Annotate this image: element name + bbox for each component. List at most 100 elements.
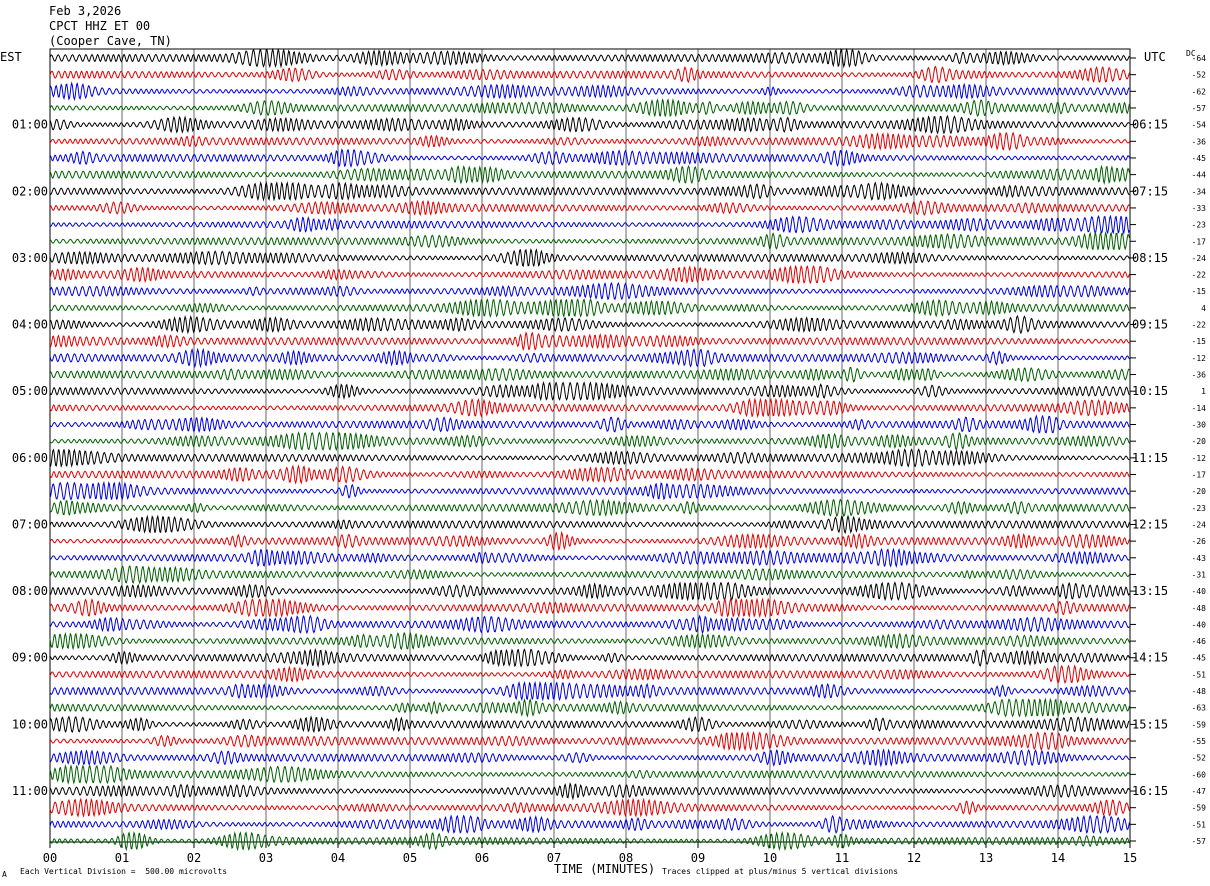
- dc-offset-label: -44: [1192, 171, 1207, 180]
- dc-offset-label: -34: [1192, 187, 1207, 196]
- x-tick-label: 13: [979, 851, 993, 865]
- seismic-trace: [49, 597, 1130, 619]
- x-axis-label: TIME (MINUTES): [554, 862, 656, 876]
- dc-offset-label: -48: [1192, 687, 1207, 696]
- est-hour-label: 06:00: [12, 451, 48, 465]
- dc-offset-label: 1: [1201, 387, 1206, 396]
- est-hour-label: 02:00: [12, 184, 48, 198]
- seismic-trace: [49, 480, 1130, 502]
- seismic-trace: [49, 748, 1130, 768]
- x-tick-label: 06: [475, 851, 489, 865]
- seismic-trace: [49, 314, 1130, 335]
- dc-offset-label: -64: [1192, 54, 1207, 63]
- seismic-trace: [49, 298, 1130, 319]
- dc-offset-label: -51: [1192, 670, 1207, 679]
- seismic-trace: [49, 148, 1130, 169]
- x-tick-label: 03: [259, 851, 273, 865]
- x-tick-label: 12: [907, 851, 921, 865]
- dc-offset-label: -22: [1192, 321, 1207, 330]
- utc-hour-label: 07:15: [1132, 184, 1168, 198]
- seismic-trace: [49, 797, 1130, 818]
- dc-offset-label: -26: [1192, 537, 1207, 546]
- utc-hour-label: 13:15: [1132, 584, 1168, 598]
- x-tick-label: 00: [43, 851, 57, 865]
- seismic-trace: [49, 65, 1130, 84]
- dc-offset-label: -43: [1192, 554, 1207, 563]
- dc-offset-label: -59: [1192, 804, 1207, 813]
- dc-offset-label: -36: [1192, 371, 1207, 380]
- dc-offset-label: -51: [1192, 820, 1207, 829]
- est-hour-label: 07:00: [12, 517, 48, 531]
- seismic-trace: [49, 564, 1130, 585]
- x-tick-label: 11: [835, 851, 849, 865]
- seismic-trace: [49, 199, 1130, 217]
- dc-offset-label: -57: [1192, 837, 1207, 846]
- est-hour-label: 05:00: [12, 384, 48, 398]
- corner-mark: A: [2, 870, 7, 879]
- seismic-trace: [49, 498, 1130, 518]
- dc-offset-label: -63: [1192, 704, 1207, 713]
- dc-offset-label: -14: [1192, 404, 1207, 413]
- seismic-trace: [49, 431, 1130, 452]
- dc-offset-label: -45: [1192, 654, 1207, 663]
- seismic-trace: [49, 464, 1130, 485]
- dc-offset-label: -24: [1192, 254, 1207, 263]
- x-tick-label: 01: [115, 851, 129, 865]
- dc-offset-label: -20: [1192, 437, 1207, 446]
- dc-offset-label: -60: [1192, 770, 1207, 779]
- x-tick-label: 05: [403, 851, 417, 865]
- seismic-trace: [49, 248, 1130, 268]
- seismic-trace: [49, 614, 1130, 635]
- utc-hour-label: 16:15: [1132, 784, 1168, 798]
- dc-offset-label: -15: [1192, 337, 1207, 346]
- est-hour-label: 04:00: [12, 318, 48, 332]
- dc-offset-label: -52: [1192, 71, 1207, 80]
- est-hour-label: 01:00: [12, 118, 48, 132]
- seismic-trace: [49, 47, 1130, 69]
- est-hour-label: 11:00: [12, 784, 48, 798]
- helicorder-plot: 00 01 02 03 04 05 06 07 08 09 10 11 12 13 14 15-64-52-6…: [12, 47, 1207, 865]
- seismic-trace: [49, 414, 1130, 434]
- utc-hour-label: 09:15: [1132, 318, 1168, 332]
- dc-offset-label: -23: [1192, 221, 1207, 230]
- seismic-trace: [50, 581, 1130, 602]
- seismic-trace: [49, 514, 1130, 535]
- seismic-trace: [49, 764, 1130, 785]
- dc-offset-label: -40: [1192, 587, 1207, 596]
- dc-offset-label: -45: [1192, 154, 1207, 163]
- dc-offset-label: -24: [1192, 520, 1207, 529]
- utc-hour-label: 08:15: [1132, 251, 1168, 265]
- x-tick-label: 04: [331, 851, 345, 865]
- seismic-trace: [49, 380, 1130, 402]
- dc-offset-label: -12: [1192, 454, 1207, 463]
- seismic-trace: [49, 97, 1130, 118]
- seismic-trace: [49, 830, 1130, 852]
- utc-hour-label: 15:15: [1132, 717, 1168, 731]
- seismic-trace: [49, 81, 1130, 102]
- dc-offset-label: -20: [1192, 487, 1207, 496]
- seismic-trace: [49, 366, 1130, 383]
- est-hour-label: 03:00: [12, 251, 48, 265]
- dc-offset-label: -33: [1192, 204, 1207, 213]
- seismic-trace: [49, 397, 1130, 419]
- seismic-trace: [49, 715, 1130, 734]
- dc-offset-label: -31: [1192, 570, 1207, 579]
- dc-offset-label: -22: [1192, 271, 1207, 280]
- seismic-trace: [49, 214, 1130, 235]
- dc-offset-label: -46: [1192, 637, 1207, 646]
- est-hour-label: 10:00: [12, 717, 48, 731]
- dc-offset-label: -52: [1192, 754, 1207, 763]
- utc-hour-label: 12:15: [1132, 517, 1168, 531]
- seismic-trace: [49, 164, 1130, 186]
- seismic-trace: [49, 814, 1130, 834]
- dc-offset-label: -30: [1192, 421, 1207, 430]
- seismic-trace: [49, 664, 1130, 684]
- seismic-trace: [49, 281, 1130, 301]
- seismic-trace: [49, 180, 1130, 202]
- seismic-trace: [49, 131, 1130, 152]
- x-tick-label: 02: [187, 851, 201, 865]
- dc-offset-label: -40: [1192, 620, 1207, 629]
- seismic-trace: [49, 680, 1130, 702]
- dc-offset-label: -59: [1192, 720, 1207, 729]
- utc-hour-label: 14:15: [1132, 651, 1168, 665]
